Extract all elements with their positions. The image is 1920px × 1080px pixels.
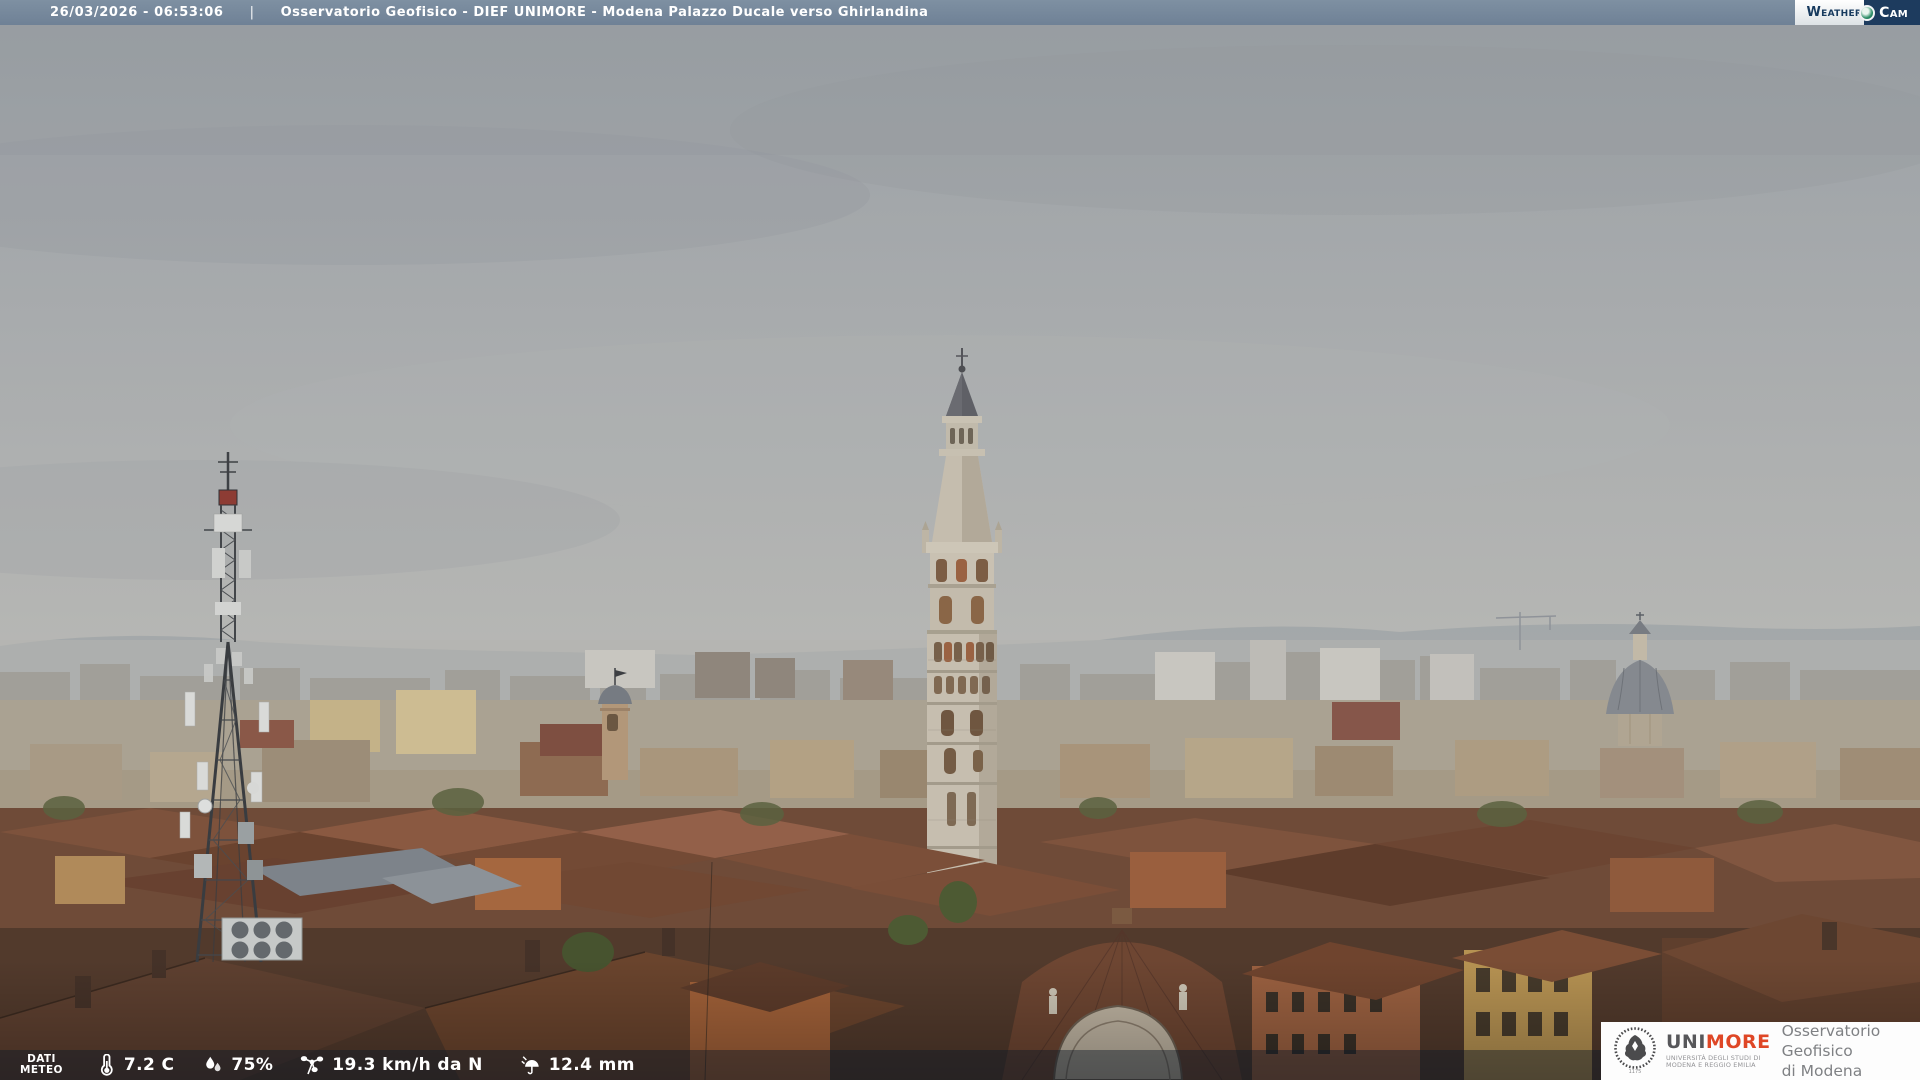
unimore-seal-logo: 1175 [1614, 1027, 1656, 1075]
temperature-reading: 7.2 C [97, 1054, 175, 1076]
unimore-branding: 1175 UNIMORE UNIVERSITÀ DEGLI STUDI DI M… [1601, 1022, 1920, 1080]
camera-title: Osservatorio Geofisico - DIEF UNIMORE - … [280, 5, 929, 20]
unimore-wordmark-block: UNIMORE UNIVERSITÀ DEGLI STUDI DI MODENA… [1666, 1030, 1771, 1070]
rain-reading: 12.4 mm [519, 1054, 635, 1076]
timestamp: 26/03/2026 - 06:53:06 [50, 5, 224, 20]
wind-value: 19.3 km/h da N [332, 1055, 483, 1075]
droplets-icon [206, 1056, 221, 1072]
webcam-photo [0, 0, 1920, 1080]
thermometer-icon [100, 1054, 113, 1076]
wind-reading: 19.3 km/h da N [299, 1053, 483, 1077]
weathercam-logo: Weather Cam [1794, 0, 1920, 25]
separator: | [249, 5, 255, 20]
weathercam-logo-cam: Cam [1859, 0, 1920, 25]
temperature-value: 7.2 C [123, 1055, 175, 1075]
webcam-frame: 26/03/2026 - 06:53:06 | Osservatorio Geo… [0, 0, 1920, 1080]
anemometer-icon [301, 1056, 324, 1075]
weathercam-logo-weather: Weather [1794, 0, 1865, 25]
topbar: 26/03/2026 - 06:53:06 | Osservatorio Geo… [0, 0, 1920, 25]
dati-meteo-label: DATI METEO [20, 1053, 63, 1076]
rain-value: 12.4 mm [548, 1055, 635, 1075]
observatory-name: Osservatorio Geofisico di Modena [1781, 1022, 1881, 1080]
humidity-value: 75% [231, 1055, 274, 1075]
weathercam-lens-icon [1859, 4, 1876, 21]
university-subtitle: UNIVERSITÀ DEGLI STUDI DI MODENA E REGGI… [1666, 1053, 1761, 1069]
svg-text:1175: 1175 [1629, 1069, 1642, 1075]
humidity-reading: 75% [202, 1054, 273, 1076]
weathercam-logo-cam-label: Cam [1879, 4, 1908, 21]
umbrella-icon [521, 1056, 539, 1075]
unimore-wordmark: UNIMORE [1666, 1030, 1771, 1053]
